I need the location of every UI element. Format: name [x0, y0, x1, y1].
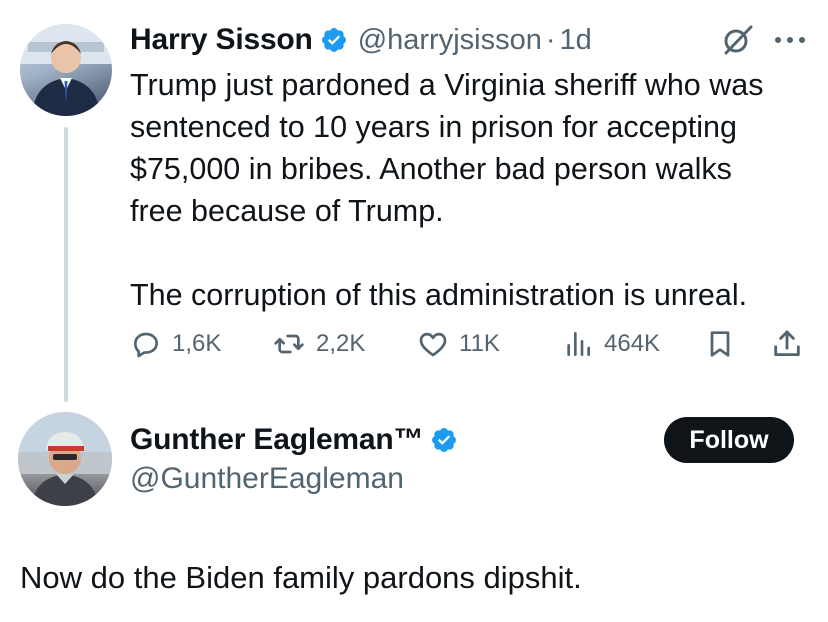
avatar-harry-sisson[interactable] [20, 24, 112, 116]
reply-body: Now do the Biden family pardons dipshit. [20, 560, 582, 595]
bookmark-icon [704, 327, 736, 361]
reply-author-name[interactable]: Gunther Eagleman™ [130, 423, 424, 457]
tweet-text-line: free because of Trump. [130, 194, 444, 228]
verified-badge-icon [320, 26, 348, 54]
action-bar: 1,6K 2,2K 11K 464K [130, 322, 810, 366]
views-count: 464K [604, 330, 661, 357]
reply-header: Gunther Eagleman™ @GuntherEagleman [130, 420, 458, 496]
follow-button[interactable]: Follow [664, 417, 794, 463]
share-icon [770, 327, 804, 361]
reply-tweet[interactable]: Gunther Eagleman™ @GuntherEagleman Follo… [0, 400, 828, 622]
repost-icon [272, 328, 306, 360]
author-handle[interactable]: @harryjsisson [358, 24, 542, 57]
more-icon[interactable] [772, 26, 808, 54]
avatar-image [18, 412, 112, 506]
separator-dot: · [545, 23, 556, 56]
reply-name-row: Gunther Eagleman™ [130, 420, 458, 460]
avatar-gunther-eagleman[interactable] [18, 412, 112, 506]
thread-connector [64, 127, 68, 402]
share-button[interactable] [770, 322, 804, 366]
like-button[interactable]: 11K [417, 322, 500, 366]
original-tweet[interactable]: Harry Sisson @harryjsisson · 1d Trump ju… [0, 0, 828, 402]
views-button[interactable]: 464K [562, 322, 660, 366]
views-icon [562, 328, 594, 360]
reply-icon [130, 328, 162, 360]
grok-icon[interactable] [720, 22, 756, 58]
repost-button[interactable]: 2,2K [272, 322, 365, 366]
like-count: 11K [459, 330, 500, 357]
tweet-text-line: sentenced to 10 years in prison for acce… [130, 110, 737, 144]
bookmark-button[interactable] [704, 322, 736, 366]
tweet-text-line: Trump just pardoned a Virginia sheriff w… [130, 68, 764, 102]
verified-badge-icon [430, 426, 458, 454]
like-icon [417, 328, 449, 360]
tweet-text-line: $75,000 in bribes. Another bad person wa… [130, 152, 732, 186]
tweet-timestamp[interactable]: 1d [560, 24, 592, 57]
author-name[interactable]: Harry Sisson [130, 23, 313, 57]
avatar-image [20, 24, 112, 116]
tweet-body: Trump just pardoned a Virginia sheriff w… [130, 64, 810, 316]
tweet-header: Harry Sisson @harryjsisson · 1d [130, 18, 592, 62]
reply-count: 1,6K [172, 330, 222, 357]
reply-button[interactable]: 1,6K [130, 322, 221, 366]
repost-count: 2,2K [316, 330, 366, 357]
reply-author-handle[interactable]: @GuntherEagleman [130, 462, 458, 496]
tweet-text-line: The corruption of this administration is… [130, 278, 748, 312]
